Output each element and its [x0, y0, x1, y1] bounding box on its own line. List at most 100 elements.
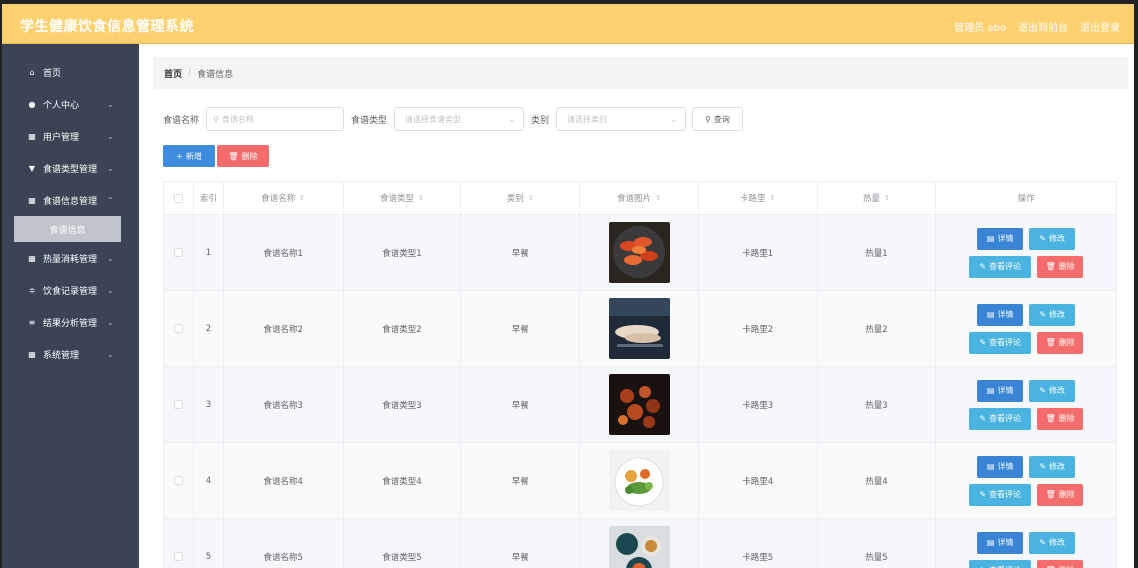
user-icon: ●	[28, 99, 36, 109]
cell-category: 早餐	[461, 443, 581, 518]
document-icon: ▤	[986, 310, 995, 319]
cell-heat: 热量1	[818, 215, 937, 290]
sidebar-item-recipe-types[interactable]: ▼ 食谱类型管理 ⌄	[2, 152, 139, 184]
header-label: 卡路里	[740, 194, 766, 204]
detail-button[interactable]: ▤ 详情	[977, 227, 1024, 250]
edit-button[interactable]: ✎ 修改	[1029, 379, 1076, 402]
batch-delete-button[interactable]: 🗑 删除	[217, 145, 269, 167]
sidebar-item-analysis[interactable]: ≡ 结果分析管理 ⌄	[2, 306, 139, 338]
logout-link[interactable]: 退出登录	[1080, 19, 1120, 34]
row-checkbox[interactable]	[173, 324, 183, 333]
sidebar-item-label: 首页	[43, 68, 62, 79]
grid-icon: ▦	[28, 131, 36, 141]
row-checkbox[interactable]	[173, 400, 183, 409]
delete-button[interactable]: 🗑删除	[1037, 559, 1084, 568]
admin-label[interactable]: 管理员 abo	[954, 19, 1006, 34]
header-calories[interactable]: 卡路里 ⇕	[699, 182, 818, 214]
header-image[interactable]: 食谱图片 ⇕	[580, 182, 699, 214]
sidebar-item-system[interactable]: ▦ 系统管理 ⌄	[2, 338, 139, 370]
ops-group: ▤详情 ✎修改 ✎查看评论 🗑删除	[969, 455, 1084, 506]
delete-button[interactable]: 🗑删除	[1037, 407, 1084, 430]
breadcrumb: 首页 / 食谱信息	[153, 57, 1128, 89]
edit-button[interactable]: ✎ 修改	[1029, 531, 1076, 554]
edit-button[interactable]: ✎ 修改	[1029, 455, 1076, 478]
sidebar-item-home[interactable]: ⌂ 首页	[2, 56, 139, 88]
sort-icon: ⇕	[769, 194, 776, 202]
view-reviews-button[interactable]: ✎查看评论	[969, 407, 1032, 430]
row-select-cell	[164, 291, 194, 366]
detail-button[interactable]: ▤ 详情	[977, 303, 1024, 326]
breadcrumb-home[interactable]: 首页	[164, 67, 182, 80]
recipe-thumbnail-grill	[608, 374, 670, 435]
header-ops: 操作	[1017, 194, 1035, 204]
add-label: 新增	[185, 151, 202, 161]
recipe-name-input[interactable]: ⚲ 食谱名称	[206, 107, 345, 131]
cell-calories: 卡路里5	[699, 519, 818, 568]
query-button[interactable]: ⚲ 查询	[692, 107, 743, 131]
cell-index: 2	[194, 291, 224, 366]
sidebar-item-users[interactable]: ▦ 用户管理 ⌄	[2, 120, 139, 152]
delete-label: 删除	[1058, 338, 1075, 347]
recipe-table: 索引 食谱名称 ⇕ 食谱类型 ⇕ 类别 ⇕ 食谱图片 ⇕ 卡路里 ⇕ 热量 ⇕ 操作 1 食…	[163, 181, 1117, 568]
ops-row: ▤ 详情 ✎ 修改	[977, 531, 1076, 554]
edit-label: 修改	[1049, 310, 1066, 319]
row-select-cell	[164, 215, 194, 290]
sidebar-item-personal[interactable]: ● 个人中心 ⌄	[2, 88, 139, 120]
view-reviews-button[interactable]: ✎查看评论	[969, 483, 1032, 506]
home-icon: ⌂	[29, 67, 35, 77]
document-icon: ▤	[986, 538, 995, 547]
sidebar-subitem-recipe-info[interactable]: 食谱信息	[14, 216, 121, 242]
breadcrumb-current: 食谱信息	[197, 69, 234, 80]
top-bar: 学生健康饮食信息管理系统 管理员 abo 退出到前台 退出登录	[2, 4, 1134, 44]
back-to-front-link[interactable]: 退出到前台	[1018, 19, 1068, 34]
category-select[interactable]: 请选择类别 ⌄	[556, 107, 687, 131]
view-reviews-button[interactable]: ✎查看评论	[969, 255, 1032, 278]
cell-ops: ▤详情 ✎修改 ✎查看评论 🗑删除	[936, 291, 1116, 366]
sidebar-item-recipe-info[interactable]: ▦ 食谱信息管理 ⌃	[2, 184, 139, 216]
sidebar-item-diet-records[interactable]: ≑ 饮食记录管理 ⌄	[2, 274, 139, 306]
header-name[interactable]: 食谱名称 ⇕	[224, 182, 344, 214]
view-reviews-button[interactable]: ✎查看评论	[969, 559, 1032, 568]
chevron-down-icon: ⌄	[107, 349, 114, 359]
sidebar-item-label: 食谱信息管理	[43, 196, 98, 207]
row-checkbox[interactable]	[173, 552, 183, 561]
view-reviews-button[interactable]: ✎查看评论	[969, 331, 1032, 354]
edit-button[interactable]: ✎ 修改	[1029, 303, 1076, 326]
delete-button[interactable]: 🗑删除	[1037, 331, 1084, 354]
recipe-thumbnail-fish	[608, 298, 670, 359]
breadcrumb-separator: /	[188, 68, 192, 78]
detail-button[interactable]: ▤ 详情	[977, 531, 1024, 554]
recipe-type-placeholder: 请选择食谱类型	[405, 114, 462, 124]
topbar-actions: 管理员 abo 退出到前台 退出登录	[954, 19, 1120, 34]
header-heat[interactable]: 热量 ⇕	[818, 182, 937, 214]
trash-icon: 🗑	[1045, 262, 1056, 271]
add-button[interactable]: + 新增	[163, 145, 215, 167]
delete-label: 删除	[1058, 414, 1075, 423]
detail-button[interactable]: ▤ 详情	[977, 379, 1024, 402]
header-index: 索引	[194, 182, 224, 214]
app-window: 学生健康饮食信息管理系统 管理员 abo 退出到前台 退出登录 ⌂ 首页 ● 个…	[0, 4, 1136, 568]
sidebar-item-label: 结果分析管理	[43, 318, 98, 329]
select-all-checkbox[interactable]	[173, 193, 183, 203]
detail-button[interactable]: ▤ 详情	[977, 455, 1024, 478]
delete-button[interactable]: 🗑删除	[1037, 483, 1084, 506]
sidebar-item-label: 食谱类型管理	[43, 164, 98, 175]
cell-category: 早餐	[461, 215, 581, 290]
cell-image	[580, 215, 699, 290]
grid-icon: ▦	[28, 253, 36, 263]
header-category[interactable]: 类别 ⇕	[461, 182, 581, 214]
row-checkbox[interactable]	[173, 476, 183, 485]
edit-label: 修改	[1049, 538, 1066, 547]
recipe-type-select[interactable]: 请选择食谱类型 ⌄	[394, 107, 525, 131]
row-checkbox[interactable]	[173, 248, 183, 257]
header-type[interactable]: 食谱类型 ⇕	[344, 182, 462, 214]
header-label: 食谱类型	[380, 194, 415, 204]
cell-image	[580, 443, 699, 518]
delete-button[interactable]: 🗑删除	[1037, 255, 1084, 278]
sidebar-item-heat[interactable]: ▦ 热量消耗管理 ⌄	[2, 242, 139, 274]
detail-label: 详情	[997, 386, 1014, 395]
search-icon: ⚲	[213, 114, 219, 124]
cell-index: 3	[194, 367, 224, 442]
chevron-down-icon: ⌄	[670, 114, 678, 124]
edit-button[interactable]: ✎ 修改	[1029, 227, 1076, 250]
